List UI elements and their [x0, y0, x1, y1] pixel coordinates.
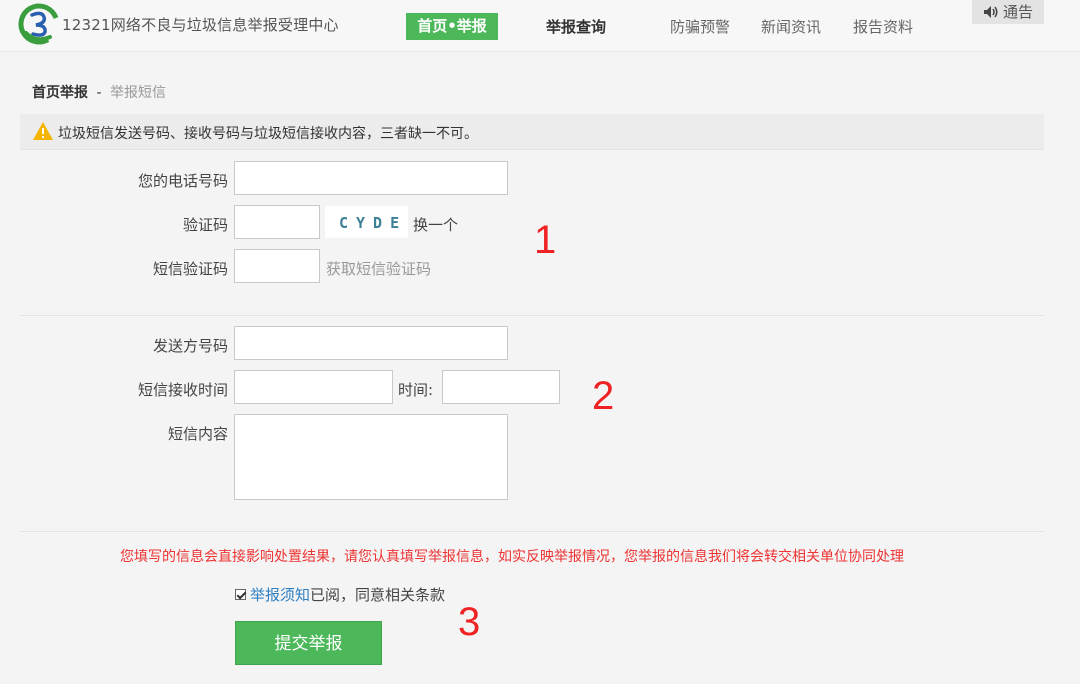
get-sms-code-link[interactable]: 获取短信验证码	[326, 258, 431, 279]
phone-input[interactable]	[234, 161, 508, 195]
sms-code-input[interactable]	[234, 249, 320, 283]
agreement-text: 已阅，同意相关条款	[310, 586, 446, 604]
annotation-1: 1	[534, 218, 557, 262]
site-title: 12321网络不良与垃圾信息举报受理中心	[62, 16, 339, 34]
annotation-2: 2	[592, 374, 615, 418]
agreement-row: 举报须知已阅，同意相关条款	[235, 584, 445, 605]
warning-text: 垃圾短信发送号码、接收号码与垃圾短信接收内容，三者缺一不可。	[58, 126, 478, 142]
breadcrumb-sms-report: 举报短信	[109, 85, 166, 101]
annotation-3: 3	[458, 600, 481, 644]
sender-label: 发送方号码	[152, 337, 228, 355]
breadcrumb: 首页举报 - 举报短信	[32, 82, 166, 102]
nav-reports[interactable]: 报告资料	[853, 16, 913, 37]
report-terms-link[interactable]: 举报须知	[250, 586, 310, 604]
agreement-checkbox[interactable]	[235, 589, 246, 600]
notice-text: 您填写的信息会直接影响处置结果，请您认真填写举报信息，如实反映举报情况，您举报的…	[120, 549, 904, 565]
captcha-input[interactable]	[234, 205, 320, 239]
time-input[interactable]	[442, 370, 560, 404]
captcha-label: 验证码	[182, 216, 228, 234]
notice-button[interactable]: 通告	[972, 0, 1044, 24]
sender-input[interactable]	[234, 326, 508, 360]
notice-label: 通告	[1002, 3, 1033, 21]
captcha-image[interactable]: CYDE	[325, 206, 408, 238]
sms-code-label: 短信验证码	[152, 260, 228, 278]
nav-fraud-warning[interactable]: 防骗预警	[670, 16, 730, 37]
captcha-text: CYDE	[339, 214, 407, 232]
site-logo[interactable]	[18, 3, 60, 45]
warning-icon	[33, 122, 53, 140]
time-label: 时间:	[398, 381, 434, 399]
receive-time-label: 短信接收时间	[137, 381, 228, 399]
section-divider	[20, 315, 1044, 316]
breadcrumb-home-report[interactable]: 首页举报	[32, 85, 88, 101]
receive-date-input[interactable]	[234, 370, 393, 404]
content-label: 短信内容	[167, 425, 228, 443]
nav-report-query[interactable]: 举报查询	[546, 16, 606, 37]
submit-report-button[interactable]: 提交举报	[235, 621, 382, 665]
phone-label: 您的电话号码	[137, 172, 228, 190]
top-header: 12321网络不良与垃圾信息举报受理中心 首页•举报 举报查询 防骗预警 新闻资…	[0, 0, 1080, 52]
breadcrumb-separator: -	[96, 85, 102, 101]
refresh-captcha-link[interactable]: 换一个	[413, 214, 458, 235]
warning-bar: 垃圾短信发送号码、接收号码与垃圾短信接收内容，三者缺一不可。	[20, 114, 1044, 150]
section-divider	[20, 531, 1044, 532]
speaker-icon	[983, 6, 998, 18]
nav-home-report[interactable]: 首页•举报	[406, 13, 498, 40]
content-textarea[interactable]	[234, 414, 508, 500]
nav-news[interactable]: 新闻资讯	[761, 16, 821, 37]
